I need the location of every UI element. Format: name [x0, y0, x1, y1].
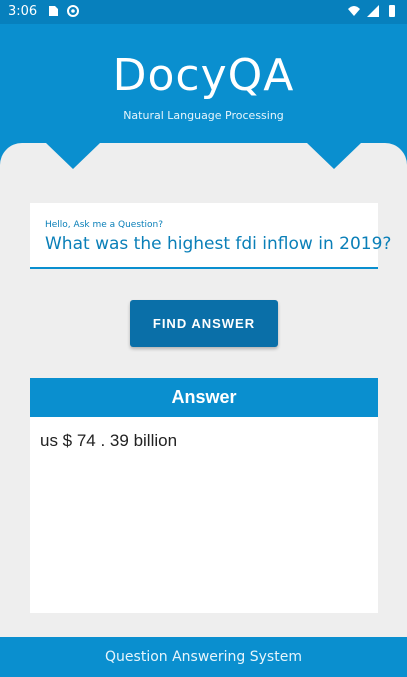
question-input[interactable]: Hello, Ask me a Question? What was the h… [30, 203, 391, 269]
app-title: DocyQA [112, 50, 295, 101]
app-subtitle: Natural Language Processing [123, 109, 284, 122]
signal-icon [367, 5, 379, 17]
answer-heading: Answer [30, 378, 378, 417]
find-answer-button[interactable]: FIND ANSWER [130, 300, 278, 347]
decorative-notch-right [307, 143, 361, 169]
wifi-icon [348, 6, 360, 16]
footer: Question Answering System [0, 637, 407, 677]
app-header: DocyQA Natural Language Processing [0, 24, 407, 150]
status-time: 3:06 [8, 4, 38, 19]
sync-icon [67, 5, 79, 17]
answer-text: us $ 74 . 39 billion [40, 431, 178, 450]
status-icons-left [46, 4, 80, 18]
answer-card: us $ 74 . 39 billion [30, 417, 378, 613]
status-bar: 3:06 [0, 0, 407, 24]
question-input-value[interactable]: What was the highest fdi inflow in 2019? [45, 234, 391, 254]
status-icons-right [347, 4, 399, 18]
battery-icon [389, 5, 395, 17]
decorative-notch-left [46, 143, 100, 169]
sd-card-icon [49, 6, 58, 16]
question-input-label: Hello, Ask me a Question? [45, 220, 164, 230]
